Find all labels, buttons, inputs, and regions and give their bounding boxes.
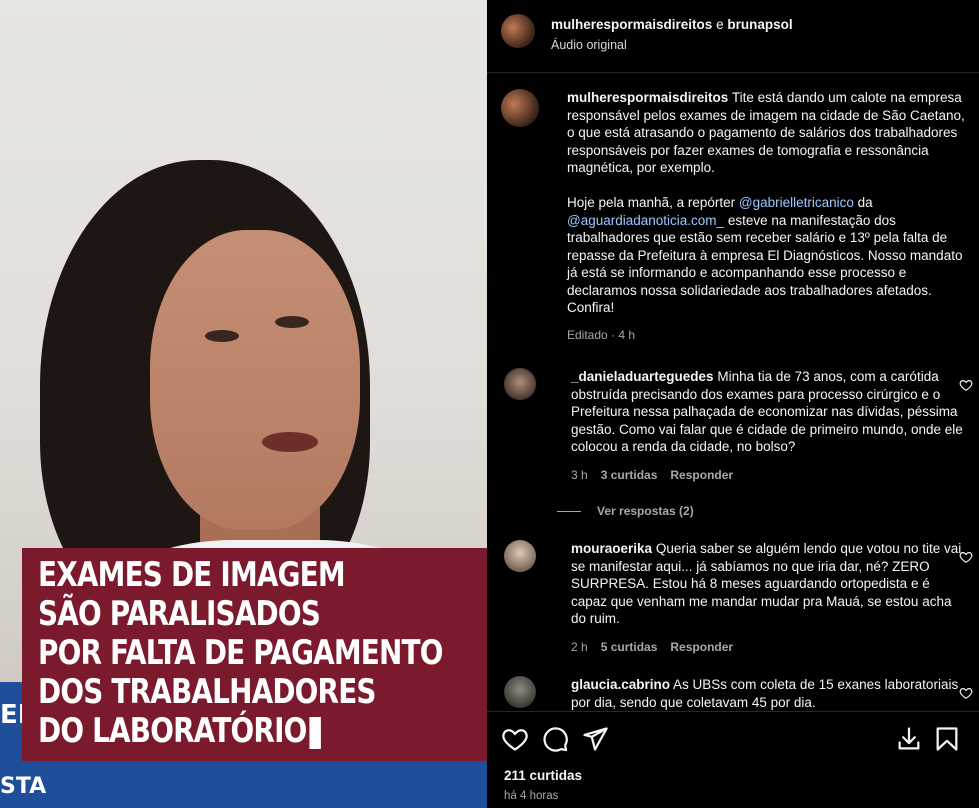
caption-line: EXAMES DE IMAGEM bbox=[38, 555, 346, 595]
comment-likes[interactable]: 5 curtidas bbox=[601, 639, 658, 657]
comment-icon[interactable] bbox=[541, 725, 569, 753]
reply-button[interactable]: Responder bbox=[670, 467, 733, 485]
caption-line: DOS TRABALHADORES bbox=[38, 672, 377, 712]
action-bar: 211 curtidas há 4 horas bbox=[487, 711, 979, 808]
comment-time: 2 h bbox=[571, 639, 588, 654]
comment-time: 3 h bbox=[571, 467, 588, 482]
commenter-avatar[interactable] bbox=[504, 676, 536, 708]
caption-text-2b: da bbox=[857, 195, 873, 210]
caption-avatar[interactable] bbox=[501, 89, 539, 127]
commenter-username[interactable]: glaucia.cabrino bbox=[571, 677, 670, 692]
comment-item: glaucia.cabrino As UBSs com coleta de 15… bbox=[487, 676, 979, 711]
post-panel: mulherespormaisdireitos e brunapsol Áudi… bbox=[487, 0, 979, 808]
lower-third-bottom: STA bbox=[0, 774, 47, 799]
coauthor-username[interactable]: brunapsol bbox=[727, 17, 792, 32]
view-replies-dash bbox=[557, 510, 581, 512]
post-caption: mulherespormaisdireitos Tite está dando … bbox=[487, 73, 979, 344]
view-replies-label: Ver respostas (2) bbox=[597, 504, 694, 518]
caption-cursor bbox=[309, 716, 322, 749]
post-time: há 4 horas bbox=[504, 790, 559, 802]
heart-icon[interactable] bbox=[501, 725, 529, 753]
header-conjunction: e bbox=[716, 17, 724, 32]
reel-video[interactable]: EL STA EXAMES DE IMAGEM SÃO PARALISADOS … bbox=[0, 0, 487, 808]
caption-line-last: DO LABORATÓRIO bbox=[38, 712, 443, 751]
author-username[interactable]: mulherespormaisdireitos bbox=[551, 17, 712, 32]
share-icon[interactable] bbox=[581, 725, 609, 753]
comment-likes[interactable]: 3 curtidas bbox=[601, 467, 658, 485]
view-replies-button[interactable]: Ver respostas (2) bbox=[557, 504, 979, 518]
caption-text-2a: Hoje pela manhã, a repórter bbox=[567, 195, 736, 210]
video-caption: EXAMES DE IMAGEM SÃO PARALISADOS POR FAL… bbox=[22, 548, 487, 761]
video-eye-left bbox=[205, 330, 239, 342]
actions-divider bbox=[487, 711, 979, 712]
original-audio-link[interactable]: Áudio original bbox=[551, 38, 793, 52]
author-avatar[interactable] bbox=[501, 14, 535, 48]
caption-line: SÃO PARALISADOS bbox=[38, 594, 321, 634]
comments-scroll[interactable]: mulherespormaisdireitos Tite está dando … bbox=[487, 73, 979, 711]
comment-item: _danieladuarteguedes Minha tia de 73 ano… bbox=[487, 368, 979, 484]
header-text: mulherespormaisdireitos e brunapsol Áudi… bbox=[551, 14, 793, 52]
caption-username[interactable]: mulherespormaisdireitos bbox=[567, 90, 728, 105]
comment-heart-icon[interactable] bbox=[959, 550, 973, 564]
video-mouth bbox=[262, 432, 318, 452]
commenter-username[interactable]: _danieladuarteguedes bbox=[571, 369, 714, 384]
commenter-username[interactable]: mouraoerika bbox=[571, 541, 652, 556]
caption-line-text: DO LABORATÓRIO bbox=[38, 711, 307, 751]
caption-meta: Editado · 4 h bbox=[567, 327, 636, 342]
likes-count[interactable]: 211 curtidas bbox=[504, 768, 582, 783]
caption-line: POR FALTA DE PAGAMENTO bbox=[38, 633, 443, 673]
video-eye-right bbox=[275, 316, 309, 328]
video-face bbox=[150, 230, 360, 530]
comment-item: mouraoerika Queria saber se alguém lendo… bbox=[487, 540, 979, 656]
mention-link[interactable]: @gabrielletricanico bbox=[739, 195, 854, 210]
comment-heart-icon[interactable] bbox=[959, 378, 973, 392]
reply-button[interactable]: Responder bbox=[670, 639, 733, 657]
commenter-avatar[interactable] bbox=[504, 540, 536, 572]
download-icon[interactable] bbox=[895, 725, 923, 753]
bookmark-icon[interactable] bbox=[933, 725, 961, 753]
post-header: mulherespormaisdireitos e brunapsol Áudi… bbox=[487, 0, 979, 72]
commenter-avatar[interactable] bbox=[504, 368, 536, 400]
mention-link[interactable]: @aguardiadanoticia.com_ bbox=[567, 213, 724, 228]
comment-heart-icon[interactable] bbox=[959, 686, 973, 700]
